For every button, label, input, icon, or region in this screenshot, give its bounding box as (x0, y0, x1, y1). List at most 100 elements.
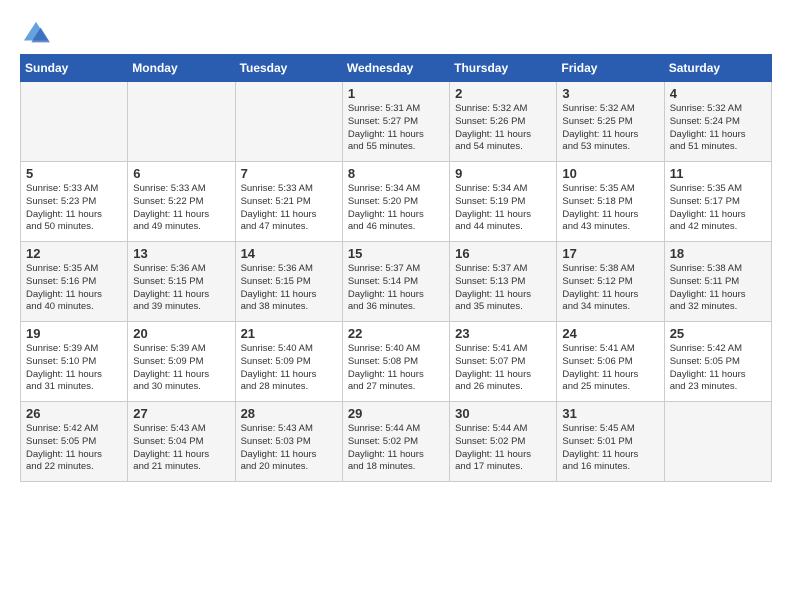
calendar-cell: 3 Sunrise: 5:32 AM Sunset: 5:25 PM Daylig… (557, 82, 664, 162)
day-number: 13 (133, 246, 229, 261)
calendar-cell: 1 Sunrise: 5:31 AM Sunset: 5:27 PM Daylig… (342, 82, 449, 162)
day-info: Sunrise: 5:44 AM Sunset: 5:02 PM Dayligh… (455, 423, 551, 474)
calendar-cell: 9 Sunrise: 5:34 AM Sunset: 5:19 PM Daylig… (450, 162, 557, 242)
weekday-header-friday: Friday (557, 55, 664, 82)
week-row-3: 12Sunrise: 5:35 AM Sunset: 5:16 PM Dayli… (21, 242, 772, 322)
calendar-cell (128, 82, 235, 162)
day-number: 19 (26, 326, 122, 341)
day-number: 31 (562, 406, 658, 421)
calendar-cell: 28 Sunrise: 5:43 AM Sunset: 5:03 PM Dayli… (235, 402, 342, 482)
day-number: 22 (348, 326, 444, 341)
day-number: 12 (26, 246, 122, 261)
day-number: 5 (26, 166, 122, 181)
calendar-cell: 5 Sunrise: 5:33 AM Sunset: 5:23 PM Daylig… (21, 162, 128, 242)
calendar-cell: 29Sunrise: 5:44 AM Sunset: 5:02 PM Dayli… (342, 402, 449, 482)
day-info: Sunrise: 5:32 AM Sunset: 5:25 PM Dayligh… (562, 103, 658, 154)
week-row-5: 26Sunrise: 5:42 AM Sunset: 5:05 PM Dayli… (21, 402, 772, 482)
day-info: Sunrise: 5:33 AM Sunset: 5:23 PM Dayligh… (26, 183, 122, 234)
day-number: 24 (562, 326, 658, 341)
day-info: Sunrise: 5:37 AM Sunset: 5:13 PM Dayligh… (455, 263, 551, 314)
day-number: 9 (455, 166, 551, 181)
day-info: Sunrise: 5:36 AM Sunset: 5:15 PM Dayligh… (241, 263, 337, 314)
calendar-cell: 8 Sunrise: 5:34 AM Sunset: 5:20 PM Daylig… (342, 162, 449, 242)
day-info: Sunrise: 5:35 AM Sunset: 5:17 PM Dayligh… (670, 183, 766, 234)
day-number: 14 (241, 246, 337, 261)
day-info: Sunrise: 5:38 AM Sunset: 5:12 PM Dayligh… (562, 263, 658, 314)
day-info: Sunrise: 5:39 AM Sunset: 5:09 PM Dayligh… (133, 343, 229, 394)
day-info: Sunrise: 5:42 AM Sunset: 5:05 PM Dayligh… (670, 343, 766, 394)
calendar-cell: 18 Sunrise: 5:38 AM Sunset: 5:11 PM Dayli… (664, 242, 771, 322)
day-info: Sunrise: 5:32 AM Sunset: 5:26 PM Dayligh… (455, 103, 551, 154)
day-info: Sunrise: 5:31 AM Sunset: 5:27 PM Dayligh… (348, 103, 444, 154)
calendar-cell: 7Sunrise: 5:33 AM Sunset: 5:21 PM Daylig… (235, 162, 342, 242)
day-number: 18 (670, 246, 766, 261)
calendar-cell: 19 Sunrise: 5:39 AM Sunset: 5:10 PM Dayli… (21, 322, 128, 402)
calendar-cell: 2Sunrise: 5:32 AM Sunset: 5:26 PM Daylig… (450, 82, 557, 162)
day-info: Sunrise: 5:32 AM Sunset: 5:24 PM Dayligh… (670, 103, 766, 154)
day-info: Sunrise: 5:33 AM Sunset: 5:21 PM Dayligh… (241, 183, 337, 234)
day-info: Sunrise: 5:33 AM Sunset: 5:22 PM Dayligh… (133, 183, 229, 234)
day-number: 11 (670, 166, 766, 181)
calendar-cell: 23 Sunrise: 5:41 AM Sunset: 5:07 PM Dayli… (450, 322, 557, 402)
day-number: 20 (133, 326, 229, 341)
logo (20, 20, 50, 44)
calendar-cell: 20 Sunrise: 5:39 AM Sunset: 5:09 PM Dayli… (128, 322, 235, 402)
day-number: 4 (670, 86, 766, 101)
week-row-4: 19 Sunrise: 5:39 AM Sunset: 5:10 PM Dayli… (21, 322, 772, 402)
calendar-cell: 16 Sunrise: 5:37 AM Sunset: 5:13 PM Dayli… (450, 242, 557, 322)
day-number: 26 (26, 406, 122, 421)
day-number: 16 (455, 246, 551, 261)
calendar-cell (664, 402, 771, 482)
weekday-header-row: SundayMondayTuesdayWednesdayThursdayFrid… (21, 55, 772, 82)
day-number: 23 (455, 326, 551, 341)
day-info: Sunrise: 5:35 AM Sunset: 5:18 PM Dayligh… (562, 183, 658, 234)
calendar-cell: 24 Sunrise: 5:41 AM Sunset: 5:06 PM Dayli… (557, 322, 664, 402)
calendar-cell: 31 Sunrise: 5:45 AM Sunset: 5:01 PM Dayli… (557, 402, 664, 482)
day-number: 3 (562, 86, 658, 101)
day-info: Sunrise: 5:34 AM Sunset: 5:20 PM Dayligh… (348, 183, 444, 234)
weekday-header-tuesday: Tuesday (235, 55, 342, 82)
day-info: Sunrise: 5:41 AM Sunset: 5:06 PM Dayligh… (562, 343, 658, 394)
day-info: Sunrise: 5:40 AM Sunset: 5:08 PM Dayligh… (348, 343, 444, 394)
calendar-cell: 11 Sunrise: 5:35 AM Sunset: 5:17 PM Dayli… (664, 162, 771, 242)
week-row-1: 1 Sunrise: 5:31 AM Sunset: 5:27 PM Daylig… (21, 82, 772, 162)
calendar-cell: 13 Sunrise: 5:36 AM Sunset: 5:15 PM Dayli… (128, 242, 235, 322)
weekday-header-saturday: Saturday (664, 55, 771, 82)
calendar-cell: 10 Sunrise: 5:35 AM Sunset: 5:18 PM Dayli… (557, 162, 664, 242)
day-number: 28 (241, 406, 337, 421)
day-info: Sunrise: 5:44 AM Sunset: 5:02 PM Dayligh… (348, 423, 444, 474)
page-header (20, 20, 772, 44)
day-info: Sunrise: 5:43 AM Sunset: 5:03 PM Dayligh… (241, 423, 337, 474)
calendar-cell: 25 Sunrise: 5:42 AM Sunset: 5:05 PM Dayli… (664, 322, 771, 402)
calendar-cell: 22 Sunrise: 5:40 AM Sunset: 5:08 PM Dayli… (342, 322, 449, 402)
calendar-cell: 30 Sunrise: 5:44 AM Sunset: 5:02 PM Dayli… (450, 402, 557, 482)
day-number: 6 (133, 166, 229, 181)
calendar-cell (235, 82, 342, 162)
day-number: 10 (562, 166, 658, 181)
calendar-cell: 12Sunrise: 5:35 AM Sunset: 5:16 PM Dayli… (21, 242, 128, 322)
day-info: Sunrise: 5:37 AM Sunset: 5:14 PM Dayligh… (348, 263, 444, 314)
day-number: 27 (133, 406, 229, 421)
day-info: Sunrise: 5:45 AM Sunset: 5:01 PM Dayligh… (562, 423, 658, 474)
calendar-cell: 14 Sunrise: 5:36 AM Sunset: 5:15 PM Dayli… (235, 242, 342, 322)
day-number: 8 (348, 166, 444, 181)
day-info: Sunrise: 5:39 AM Sunset: 5:10 PM Dayligh… (26, 343, 122, 394)
logo-text (20, 20, 50, 48)
calendar-cell: 6 Sunrise: 5:33 AM Sunset: 5:22 PM Daylig… (128, 162, 235, 242)
calendar-cell: 26Sunrise: 5:42 AM Sunset: 5:05 PM Dayli… (21, 402, 128, 482)
week-row-2: 5 Sunrise: 5:33 AM Sunset: 5:23 PM Daylig… (21, 162, 772, 242)
calendar-cell: 17 Sunrise: 5:38 AM Sunset: 5:12 PM Dayli… (557, 242, 664, 322)
day-info: Sunrise: 5:41 AM Sunset: 5:07 PM Dayligh… (455, 343, 551, 394)
day-number: 30 (455, 406, 551, 421)
day-number: 25 (670, 326, 766, 341)
weekday-header-monday: Monday (128, 55, 235, 82)
day-number: 1 (348, 86, 444, 101)
day-number: 21 (241, 326, 337, 341)
day-info: Sunrise: 5:36 AM Sunset: 5:15 PM Dayligh… (133, 263, 229, 314)
day-number: 17 (562, 246, 658, 261)
day-info: Sunrise: 5:34 AM Sunset: 5:19 PM Dayligh… (455, 183, 551, 234)
day-info: Sunrise: 5:38 AM Sunset: 5:11 PM Dayligh… (670, 263, 766, 314)
day-info: Sunrise: 5:43 AM Sunset: 5:04 PM Dayligh… (133, 423, 229, 474)
calendar-cell: 21Sunrise: 5:40 AM Sunset: 5:09 PM Dayli… (235, 322, 342, 402)
calendar-table: SundayMondayTuesdayWednesdayThursdayFrid… (20, 54, 772, 482)
